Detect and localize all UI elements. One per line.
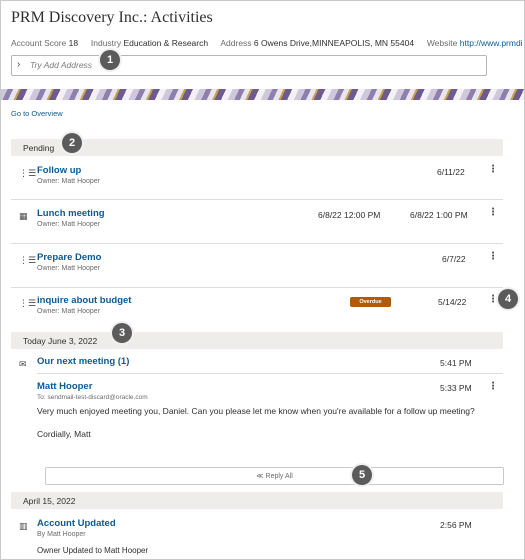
email-sender[interactable]: Matt Hooper xyxy=(37,381,92,392)
reply-all-label: Reply All xyxy=(265,473,293,480)
activity-name[interactable]: inquire about budget xyxy=(37,295,131,306)
task-list-icon: ⋮☰ xyxy=(19,298,37,308)
activities-panel: PRM Discovery Inc.: Activities Account S… xyxy=(0,0,525,560)
pending-section-header: Pending xyxy=(11,139,503,156)
add-address-field[interactable]: › Try Add Address xyxy=(11,55,487,76)
account-score-label: Account Score xyxy=(11,38,67,48)
callout-4: 4 xyxy=(498,289,518,309)
email-thread-row: ✉ Our next meeting (1) 5:41 PM xyxy=(11,356,503,372)
callout-1: 1 xyxy=(100,50,120,70)
website-label: Website xyxy=(426,38,458,48)
callout-3: 3 xyxy=(112,323,132,343)
task-list-icon: ⋮☰ xyxy=(19,255,37,265)
activity-time: 2:56 PM xyxy=(440,520,472,530)
activity-owner: Owner: Matt Hooper xyxy=(37,178,101,185)
callout-2: 2 xyxy=(62,133,82,153)
activity-owner: By Matt Hooper xyxy=(37,531,86,538)
chevron-right-icon[interactable]: › xyxy=(17,59,20,70)
today-section-label: Today June 3, 2022 xyxy=(23,336,98,346)
activity-row: ▦ Lunch meeting Owner: Matt Hooper 6/8/2… xyxy=(11,208,503,238)
activity-date: 6/11/22 xyxy=(437,167,465,177)
activity-row: ▥ Account Updated By Matt Hooper 2:56 PM… xyxy=(11,518,503,558)
activity-name[interactable]: Follow up xyxy=(37,165,81,176)
industry-value: Education & Research xyxy=(123,38,209,48)
building-icon: ▥ xyxy=(19,521,28,531)
activity-name[interactable]: Lunch meeting xyxy=(37,208,105,219)
more-actions-icon[interactable]: ⋮ xyxy=(488,208,498,218)
activity-end-time: 6/8/22 1:00 PM xyxy=(410,210,468,220)
decorative-banner xyxy=(1,89,524,100)
reply-all-icon: ≪ xyxy=(256,473,266,480)
account-score-value: 18 xyxy=(68,38,79,48)
calendar-icon: ▦ xyxy=(19,211,28,221)
row-divider xyxy=(11,243,503,244)
activity-start-time: 6/8/22 12:00 PM xyxy=(318,210,381,220)
activity-name[interactable]: Prepare Demo xyxy=(37,252,101,263)
address-label: Address xyxy=(220,38,252,48)
row-divider xyxy=(11,287,503,288)
callout-5: 5 xyxy=(352,465,372,485)
email-thread-subject[interactable]: Our next meeting (1) xyxy=(37,356,129,367)
activity-detail: Owner Updated to Matt Hooper xyxy=(37,546,149,555)
row-divider xyxy=(37,373,503,374)
more-actions-icon[interactable]: ⋮ xyxy=(488,295,498,305)
overdue-badge: Overdue xyxy=(350,297,391,307)
april-section-label: April 15, 2022 xyxy=(23,496,76,506)
activity-owner: Owner: Matt Hooper xyxy=(37,265,101,272)
email-body: Very much enjoyed meeting you, Daniel. C… xyxy=(37,406,475,416)
email-recipient: To: sendmail-test-discard@oracle.com xyxy=(37,394,148,401)
activity-date: 5/14/22 xyxy=(438,297,467,307)
email-signoff: Cordially, Matt xyxy=(37,429,91,439)
email-message: Matt Hooper To: sendmail-test-discard@or… xyxy=(37,381,503,461)
website-link[interactable]: http://www.prmdi xyxy=(460,38,523,48)
email-thread-time: 5:41 PM xyxy=(440,358,472,368)
add-address-placeholder: Try Add Address xyxy=(30,60,93,70)
page-title: PRM Discovery Inc.: Activities xyxy=(11,9,213,26)
go-to-overview-link[interactable]: Go to Overview xyxy=(11,109,63,118)
email-message-time: 5:33 PM xyxy=(440,383,472,393)
activity-owner: Owner: Matt Hooper xyxy=(37,221,101,228)
reply-all-button[interactable]: ≪ Reply All xyxy=(45,467,504,485)
account-summary: Account Score 18 Industry Education & Re… xyxy=(11,38,523,48)
pending-section-label: Pending xyxy=(23,143,55,153)
task-list-icon: ⋮☰ xyxy=(19,168,37,178)
more-actions-icon[interactable]: ⋮ xyxy=(488,381,498,392)
row-divider xyxy=(11,199,503,200)
today-section-header: Today June 3, 2022 xyxy=(11,332,503,349)
activity-row: ⋮☰ Prepare Demo Owner: Matt Hooper 6/7/2… xyxy=(11,252,503,282)
april-section-header: April 15, 2022 xyxy=(11,492,503,509)
activity-owner: Owner: Matt Hooper xyxy=(37,308,101,315)
address-value: 6 Owens Drive,MINNEAPOLIS, MN 55404 xyxy=(253,38,415,48)
more-actions-icon[interactable]: ⋮ xyxy=(488,165,498,175)
activity-name[interactable]: Account Updated xyxy=(37,518,116,529)
industry-label: Industry xyxy=(90,38,122,48)
activity-row: ⋮☰ inquire about budget Owner: Matt Hoop… xyxy=(11,295,503,325)
activity-date: 6/7/22 xyxy=(442,254,466,264)
envelope-icon: ✉ xyxy=(19,359,27,369)
more-actions-icon[interactable]: ⋮ xyxy=(488,252,498,262)
activity-row: ⋮☰ Follow up Owner: Matt Hooper 6/11/22 … xyxy=(11,165,503,195)
